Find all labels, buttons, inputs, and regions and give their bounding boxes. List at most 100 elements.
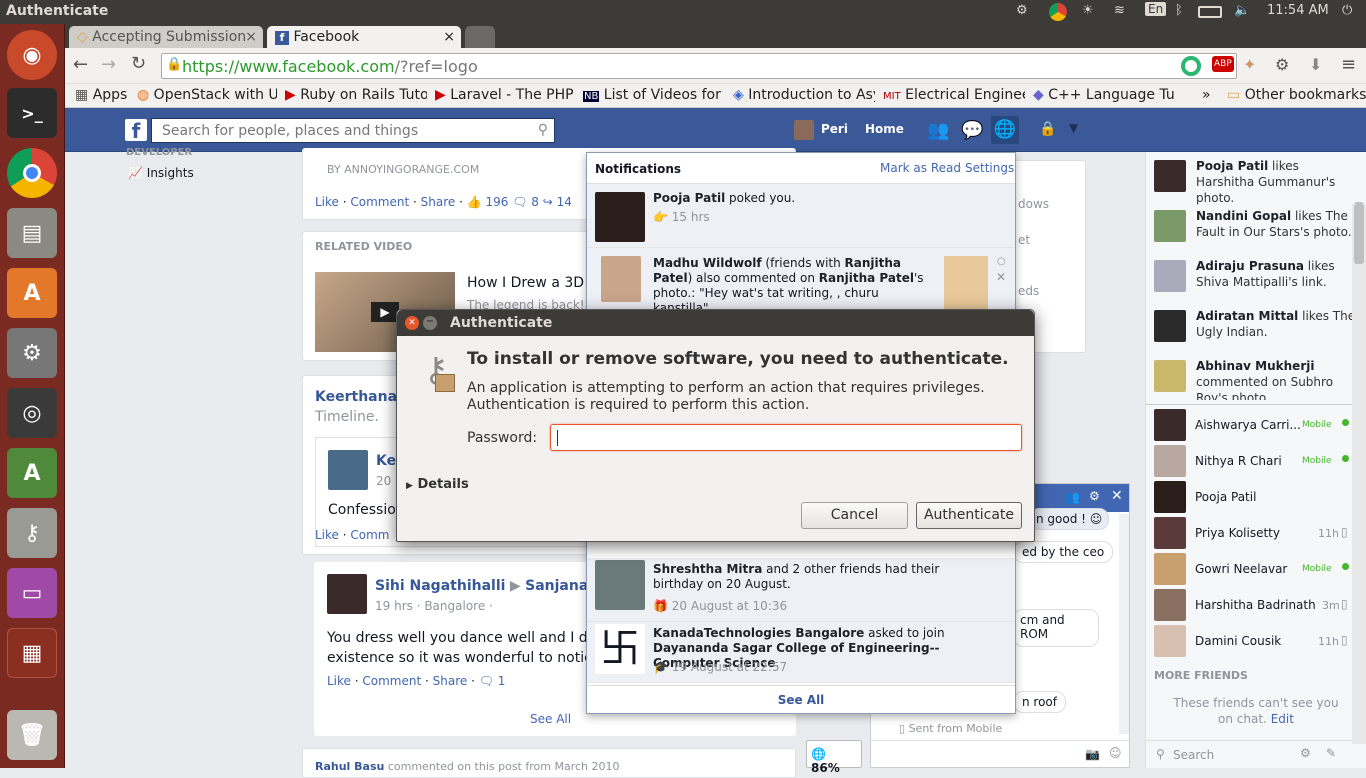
back-icon[interactable]: ← — [73, 54, 88, 75]
steam-tray-icon[interactable]: ⚙ — [1016, 3, 1028, 18]
password-field[interactable] — [550, 424, 1022, 451]
video-title[interactable]: How I Drew a 3D Le — [467, 275, 605, 291]
files-icon[interactable]: ▤ — [7, 208, 57, 258]
authenticate-button[interactable]: Authenticate — [916, 502, 1022, 529]
chat-contact[interactable]: Harshitha Badrinath 3m ▯ — [1154, 588, 1359, 622]
volume-icon[interactable]: 🔈 — [1234, 3, 1250, 18]
page-scrollbar[interactable] — [1352, 204, 1366, 744]
see-all-notifications[interactable]: See All — [587, 685, 1015, 713]
share-link[interactable]: Share — [421, 195, 456, 209]
ticker-item[interactable]: Nandini Gopal likes The Fault in Our Sta… — [1154, 208, 1359, 250]
chat-contact[interactable]: Pooja Patil — [1154, 480, 1359, 514]
brightness-icon[interactable]: ☀ — [1082, 3, 1094, 18]
keyboard-indicator[interactable]: En — [1145, 2, 1167, 16]
avatar[interactable] — [794, 120, 814, 140]
comments-count[interactable]: 🗨 1 — [479, 674, 506, 688]
like-link[interactable]: Like — [315, 195, 339, 209]
trash-icon[interactable]: 🗑 — [7, 710, 57, 760]
insights-link[interactable]: 📈 Insights — [128, 166, 194, 180]
chat-contact[interactable]: Nithya R Chari Mobile — [1154, 444, 1359, 478]
extension-icon-3[interactable]: ⚙ — [1275, 55, 1289, 74]
post-author[interactable]: Sihi Nagathihalli — [375, 578, 505, 594]
camera-icon[interactable]: 📷 — [1085, 747, 1100, 761]
chat-input[interactable]: 📷 ☺ — [871, 740, 1129, 768]
reload-icon[interactable]: ↻ — [131, 53, 146, 74]
chat-contact[interactable]: Priya Kolisetty 11h ▯ — [1154, 516, 1359, 550]
notification-item[interactable]: 卐 KanadaTechnologies Bangalore asked to … — [587, 622, 1015, 683]
bookmark-cpp[interactable]: ◆ C++ Language Tuto — [1033, 87, 1175, 103]
home-link[interactable]: Home — [865, 122, 904, 136]
keys-icon[interactable]: ⚷ — [7, 508, 57, 558]
search-icon[interactable]: ⚲ — [538, 122, 548, 138]
minimize-window-icon[interactable]: − — [423, 316, 437, 330]
comment-link[interactable]: Comment — [350, 195, 409, 209]
clock[interactable]: 11:54 AM — [1267, 3, 1329, 18]
chrome-tray-icon[interactable] — [1049, 3, 1067, 21]
adblock-icon[interactable]: ABP — [1212, 56, 1234, 72]
chat-scrollbar[interactable] — [1119, 514, 1129, 734]
mark-read-dot-icon[interactable]: ○ — [997, 254, 1006, 269]
software-center-icon[interactable]: A — [7, 268, 57, 318]
likes-count[interactable]: 👍 196 — [467, 195, 509, 209]
other-bookmarks[interactable]: ▭ Other bookmarks — [1227, 87, 1366, 103]
sidebar-search[interactable]: ⚲ Search ⚙ ✎ — [1146, 740, 1366, 768]
chrome-icon[interactable] — [7, 148, 57, 198]
facebook-logo-icon[interactable]: f — [125, 119, 147, 143]
close-window-icon[interactable]: ✕ — [405, 316, 419, 330]
chat-contact[interactable]: Gowri Neelavar Mobile — [1154, 552, 1359, 586]
power-icon[interactable]: ⏻ — [1342, 3, 1352, 18]
close-icon[interactable]: × — [443, 29, 455, 45]
zoom-indicator[interactable]: 🌐 86% — [806, 740, 862, 775]
friend-requests-icon[interactable]: 👥 — [927, 120, 949, 141]
bookmark-apps[interactable]: ▦ Apps — [75, 87, 127, 103]
tab-facebook[interactable]: f Facebook × — [267, 26, 461, 48]
workspace-switcher-icon[interactable]: ▦ — [7, 628, 57, 678]
notifications-globe-icon[interactable]: 🌐 — [991, 116, 1019, 144]
app-icon[interactable]: ▭ — [7, 568, 57, 618]
ubuntu-dash-icon[interactable]: ◉ — [7, 30, 57, 80]
wifi-icon[interactable]: ≋ — [1114, 3, 1125, 18]
share-link[interactable]: Share — [433, 674, 468, 688]
play-icon[interactable]: ▶ — [371, 302, 399, 322]
cancel-button[interactable]: Cancel — [801, 502, 908, 529]
compose-icon[interactable]: ✎ — [1326, 746, 1336, 760]
new-tab-button[interactable] — [465, 26, 495, 48]
forward-icon[interactable]: → — [101, 54, 116, 75]
close-icon[interactable]: ✕ — [1111, 488, 1123, 504]
tab-accepting[interactable]: ◇ Accepting Submission × — [69, 26, 263, 48]
steam-icon[interactable]: ◎ — [7, 388, 57, 438]
update-manager-icon[interactable]: A — [7, 448, 57, 498]
close-icon[interactable]: ✕ — [996, 270, 1006, 285]
bookmark-electrical[interactable]: MIT Electrical Engineer — [883, 87, 1025, 103]
comments-count[interactable]: 🗨 8 — [512, 195, 539, 209]
chat-contact[interactable]: Aishwarya Carri... Mobile — [1154, 408, 1359, 442]
ticker-item[interactable]: Adiraju Prasuna likes Shiva Mattipalli's… — [1154, 258, 1359, 300]
terminal-icon[interactable]: >_ — [7, 88, 57, 138]
avatar[interactable] — [327, 574, 367, 614]
bookmark-intro[interactable]: ◈ Introduction to Asy — [733, 87, 875, 103]
settings-icon[interactable]: ⚙ — [7, 328, 57, 378]
privacy-icon[interactable]: 🔒 — [1039, 121, 1056, 137]
edit-link[interactable]: Edit — [1271, 712, 1294, 726]
bookmark-videos[interactable]: NB List of Videos for P — [583, 87, 725, 103]
messages-icon[interactable]: 💬 — [961, 120, 983, 141]
emoji-icon[interactable]: ☺ — [1109, 746, 1122, 760]
bookmarks-overflow[interactable]: » — [1202, 87, 1211, 103]
gear-icon[interactable]: ⚙ — [1089, 489, 1100, 503]
ticker-item[interactable]: Pooja Patil likes Harshitha Gummanur's p… — [1154, 158, 1359, 205]
details-expander[interactable]: ▶ Details — [406, 477, 469, 492]
chat-contact[interactable]: Damini Cousik 11h ▯ — [1154, 624, 1359, 658]
notification-item[interactable]: Shreshtha Mitra and 2 other friends had … — [587, 558, 1015, 622]
scrollbar-thumb[interactable] — [1354, 204, 1364, 264]
close-icon[interactable]: × — [245, 29, 257, 45]
gear-icon[interactable]: ⚙ — [1300, 746, 1311, 760]
address-bar[interactable]: 🔒 https://www.facebook.com/?ref=logo ☆ — [161, 53, 1237, 79]
bookmark-openstack[interactable]: ◍ OpenStack with Ub — [137, 87, 277, 103]
profile-link[interactable]: Peri — [821, 122, 848, 136]
extension-icon-2[interactable]: ✦ — [1243, 55, 1256, 74]
download-icon[interactable]: ⬇ — [1309, 55, 1322, 74]
menu-icon[interactable]: ≡ — [1341, 54, 1356, 75]
facebook-search-input[interactable]: Search for people, places and things ⚲ — [151, 118, 555, 143]
ticker-item[interactable]: Adiratan Mittal likes The Ugly Indian. — [1154, 308, 1359, 350]
extension-icon[interactable] — [1181, 56, 1201, 76]
